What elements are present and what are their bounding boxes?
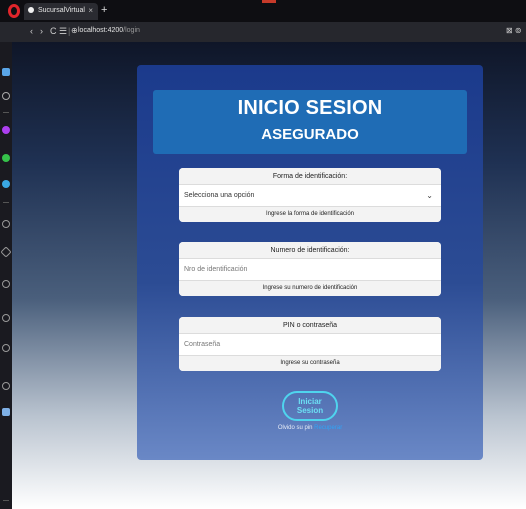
sidebar-heart-icon[interactable] [2, 280, 10, 288]
url-host: localhost:4200 [78, 27, 124, 34]
login-header: INICIO SESION ASEGURADO [153, 90, 467, 154]
url-path: /login [123, 27, 140, 34]
sidebar-send-icon[interactable] [0, 246, 12, 258]
login-button[interactable]: Iniciar Sesion [282, 391, 338, 421]
page-title: INICIO SESION [237, 97, 383, 119]
tab-close-icon[interactable]: × [88, 6, 93, 15]
page-background: INICIO SESION ASEGURADO Forma de identif… [12, 42, 526, 509]
pin-input[interactable]: Contraseña [179, 334, 441, 355]
address-divider: | [68, 26, 71, 36]
address-bar: ‹ › C ☰ | ⊕ localhost:4200/login ⊠ ⊚ [0, 22, 526, 42]
back-icon[interactable]: ‹ [30, 26, 33, 36]
pin-label: PIN o contraseña [179, 317, 441, 334]
id-type-help: Ingrese la forma de identificación [179, 206, 441, 222]
recover-pin-link[interactable]: Recuperar [314, 425, 342, 431]
sidebar-app-icon[interactable] [2, 68, 10, 76]
whatsapp-icon[interactable] [2, 154, 10, 162]
url-field[interactable]: localhost:4200/login [78, 27, 140, 34]
sidebar-settings-icon[interactable] [2, 344, 10, 352]
id-number-input[interactable]: Nro de identificación [179, 259, 441, 280]
page-subtitle: ASEGURADO [261, 126, 359, 143]
sidebar-divider [3, 112, 9, 113]
forgot-pin-text: Olvido su pin [277, 425, 313, 431]
id-type-selected: Selecciona una opción [184, 192, 255, 199]
sidebar-pin-icon[interactable] [2, 382, 10, 390]
site-info-icon[interactable]: ⊕ [71, 26, 78, 35]
id-number-group: Numero de identificación: Nro de identif… [179, 242, 441, 296]
sidebar-history-icon[interactable] [2, 314, 10, 322]
pin-group: PIN o contraseña Contraseña Ingrese su c… [179, 317, 441, 371]
new-tab-icon[interactable]: + [101, 4, 107, 16]
sidebar-more-icon[interactable] [3, 500, 9, 501]
window-indicator [262, 0, 276, 3]
pin-placeholder: Contraseña [184, 341, 221, 348]
sidebar-clock-icon[interactable] [2, 220, 10, 228]
speed-dial-icon[interactable]: ☰ [59, 26, 67, 37]
forgot-pin: Olvido su pin Recuperar [137, 425, 483, 431]
pin-help: Ingrese su contraseña [179, 355, 441, 371]
telegram-icon[interactable] [2, 180, 10, 188]
favicon-icon [28, 7, 34, 14]
sidebar-extension-icon[interactable] [2, 408, 10, 416]
id-type-select[interactable]: Selecciona una opción ⌄ [179, 185, 441, 206]
tab-bar: SucursalVirtual × + [0, 0, 526, 22]
id-number-placeholder: Nro de identificación [184, 266, 248, 273]
tab-title: SucursalVirtual [37, 7, 85, 14]
browser-tab[interactable]: SucursalVirtual × [24, 3, 98, 20]
messenger-icon[interactable] [2, 126, 10, 134]
id-number-help: Ingrese su numero de identificación [179, 280, 441, 296]
sidebar-divider [3, 202, 9, 203]
id-type-label: Forma de identificación: [179, 168, 441, 185]
id-type-group: Forma de identificación: Selecciona una … [179, 168, 441, 222]
chevron-down-icon: ⌄ [426, 191, 433, 200]
id-number-label: Numero de identificación: [179, 242, 441, 259]
login-card: INICIO SESION ASEGURADO Forma de identif… [137, 65, 483, 460]
opera-logo-icon[interactable] [8, 4, 20, 18]
browser-sidebar [0, 42, 12, 509]
extension-icons[interactable]: ⊠ ⊚ [506, 26, 522, 35]
reload-icon[interactable]: C [50, 26, 57, 36]
sidebar-ai-icon[interactable] [2, 92, 10, 100]
forward-icon[interactable]: › [40, 26, 43, 36]
